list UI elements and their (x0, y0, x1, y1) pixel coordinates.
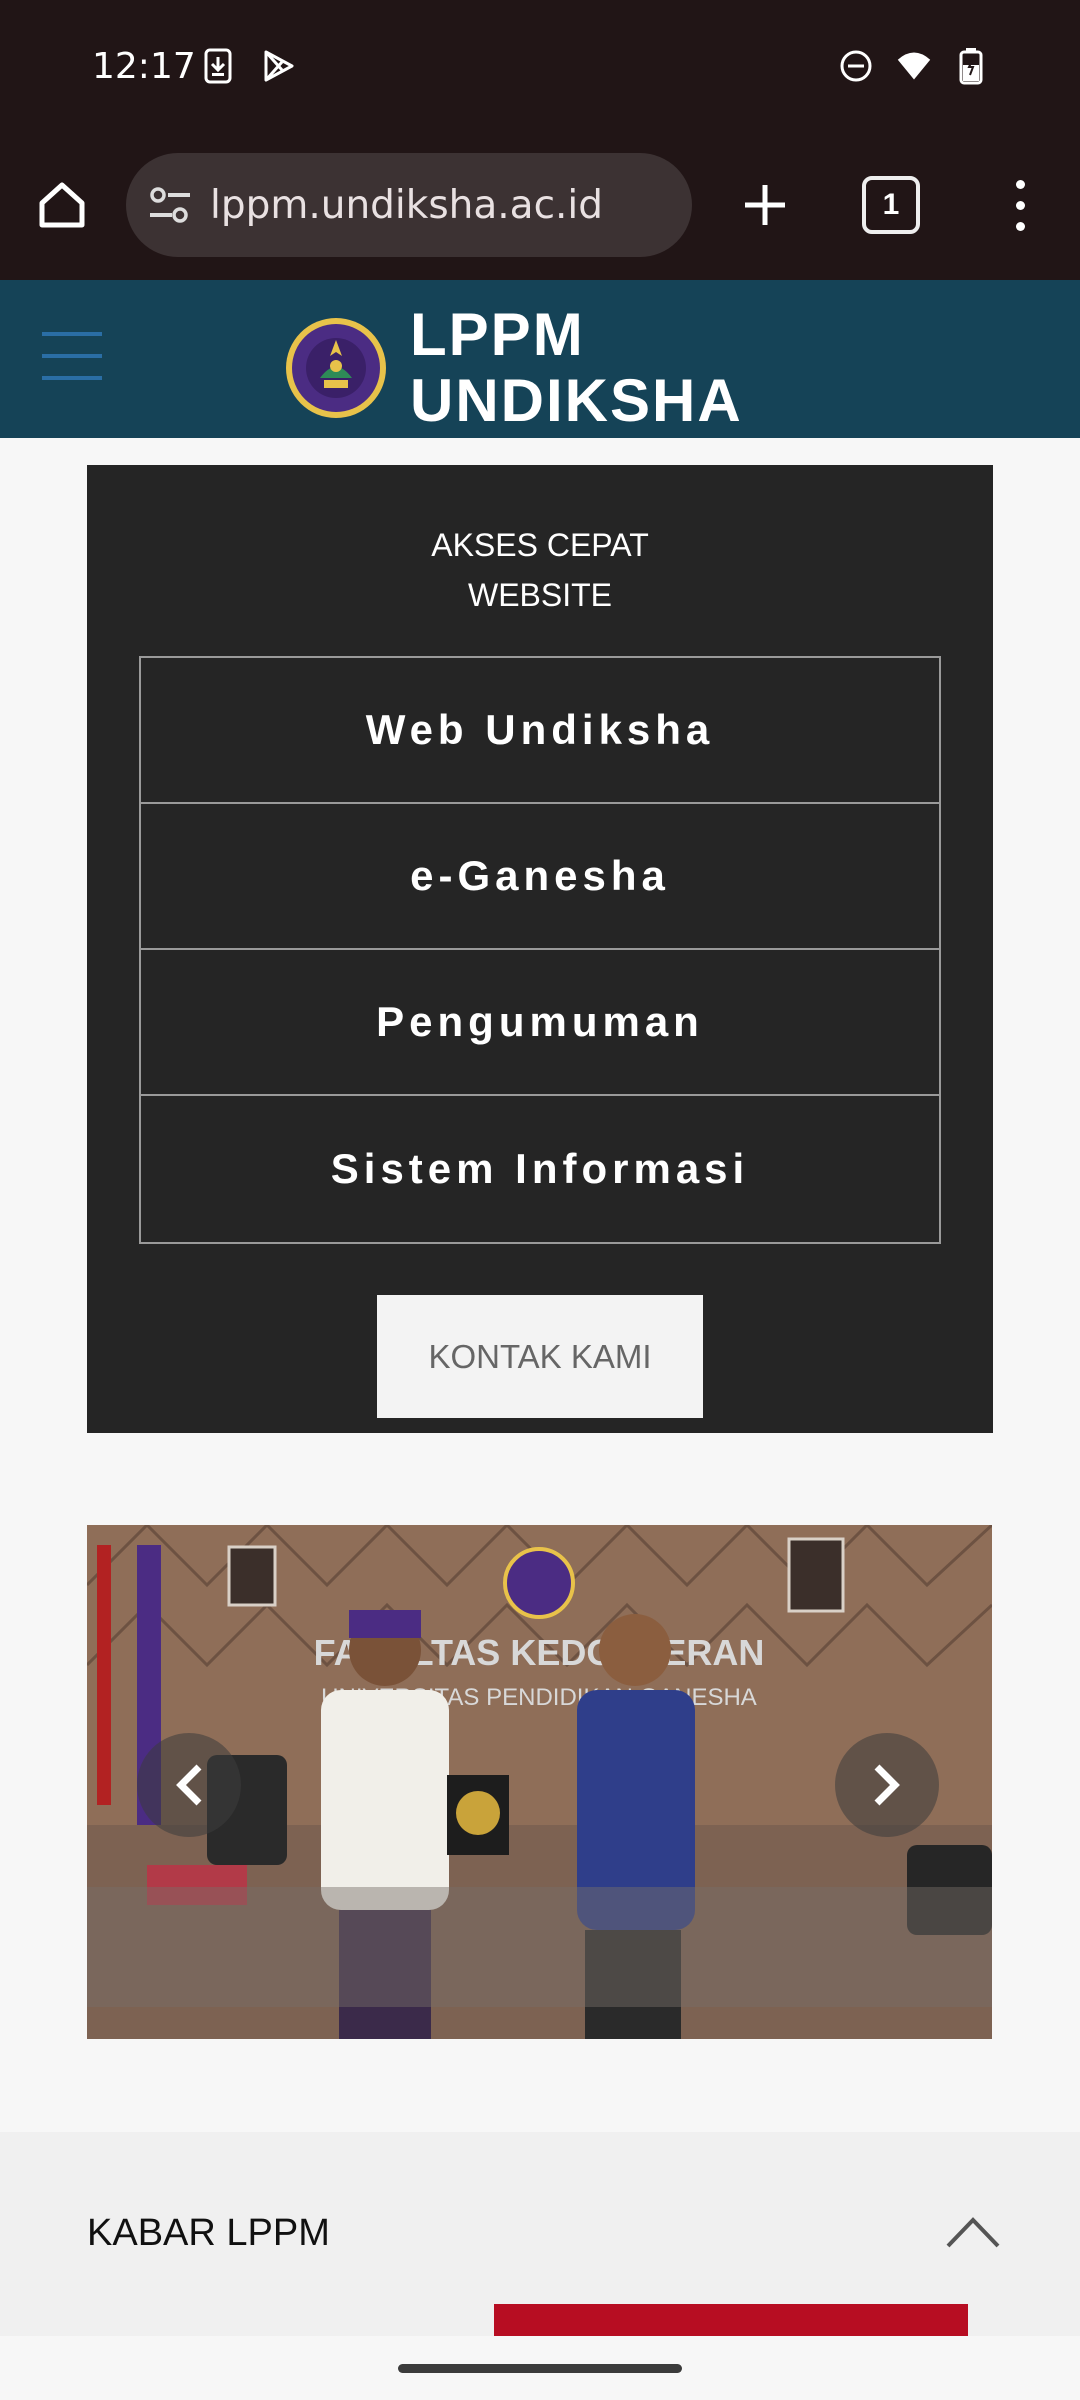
logo-line-2: UNDIKSHA (410, 367, 743, 434)
url-text: lppm.undiksha.ac.id (210, 182, 604, 228)
quick-access-panel: AKSES CEPAT WEBSITE Web Undiksha e-Ganes… (87, 465, 993, 1433)
more-dot (1015, 200, 1025, 210)
quick-access-title: AKSES CEPAT WEBSITE (87, 520, 993, 620)
dnd-icon (838, 48, 874, 84)
address-bar[interactable]: lppm.undiksha.ac.id (126, 153, 692, 257)
site-header: LPPM UNDIKSHA (0, 280, 1080, 438)
hamburger-menu-button[interactable] (42, 332, 102, 380)
logo-text: LPPM UNDIKSHA (410, 302, 743, 434)
more-menu-button[interactable] (1000, 170, 1040, 240)
plus-icon (745, 185, 785, 225)
browser-toolbar: lppm.undiksha.ac.id 1 (0, 140, 1080, 280)
quick-access-list: Web Undiksha e-Ganesha Pengumuman Sistem… (139, 656, 941, 1244)
carousel-next-button[interactable] (835, 1733, 939, 1837)
kabar-title: KABAR LPPM (87, 2212, 330, 2254)
scroll-to-top-button[interactable] (944, 2212, 1002, 2252)
play-store-icon (260, 48, 296, 84)
quick-access-title-line-2: WEBSITE (467, 577, 612, 613)
quick-link-web-undiksha[interactable]: Web Undiksha (141, 658, 939, 804)
quick-access-title-line-1: AKSES CEPAT (431, 527, 649, 563)
tab-switcher-button[interactable]: 1 (862, 176, 920, 234)
carousel-caption-bar (87, 1887, 992, 2007)
undiksha-emblem-icon (286, 318, 386, 418)
image-carousel[interactable]: FAKULTAS KEDOKTERAN UNIVERSITAS PENDIDIK… (87, 1525, 992, 2039)
download-icon (200, 48, 236, 84)
site-logo[interactable]: LPPM UNDIKSHA (284, 302, 743, 434)
carousel-prev-button[interactable] (137, 1733, 241, 1837)
status-bar: 12:17 (0, 0, 1080, 140)
logo-line-1: LPPM (410, 301, 585, 368)
quick-link-sistem-informasi[interactable]: Sistem Informasi (141, 1096, 939, 1242)
battery-icon (954, 48, 990, 85)
more-dot (1015, 221, 1025, 231)
home-button[interactable] (30, 173, 94, 237)
chevron-right-icon (874, 1764, 900, 1806)
new-tab-button[interactable] (730, 170, 800, 240)
wifi-icon (896, 48, 932, 84)
quick-link-pengumuman[interactable]: Pengumuman (141, 950, 939, 1096)
home-icon (39, 182, 85, 228)
site-settings-icon[interactable] (148, 183, 192, 227)
chevron-left-icon (176, 1764, 202, 1806)
contact-us-button[interactable]: KONTAK KAMI (377, 1295, 703, 1418)
home-gesture-bar[interactable] (398, 2364, 682, 2373)
quick-link-e-ganesha[interactable]: e-Ganesha (141, 804, 939, 950)
more-dot (1015, 179, 1025, 189)
status-right-icons (838, 48, 990, 85)
status-left-icons (200, 48, 296, 84)
status-time: 12:17 (92, 46, 196, 87)
gesture-area (0, 2336, 1080, 2400)
